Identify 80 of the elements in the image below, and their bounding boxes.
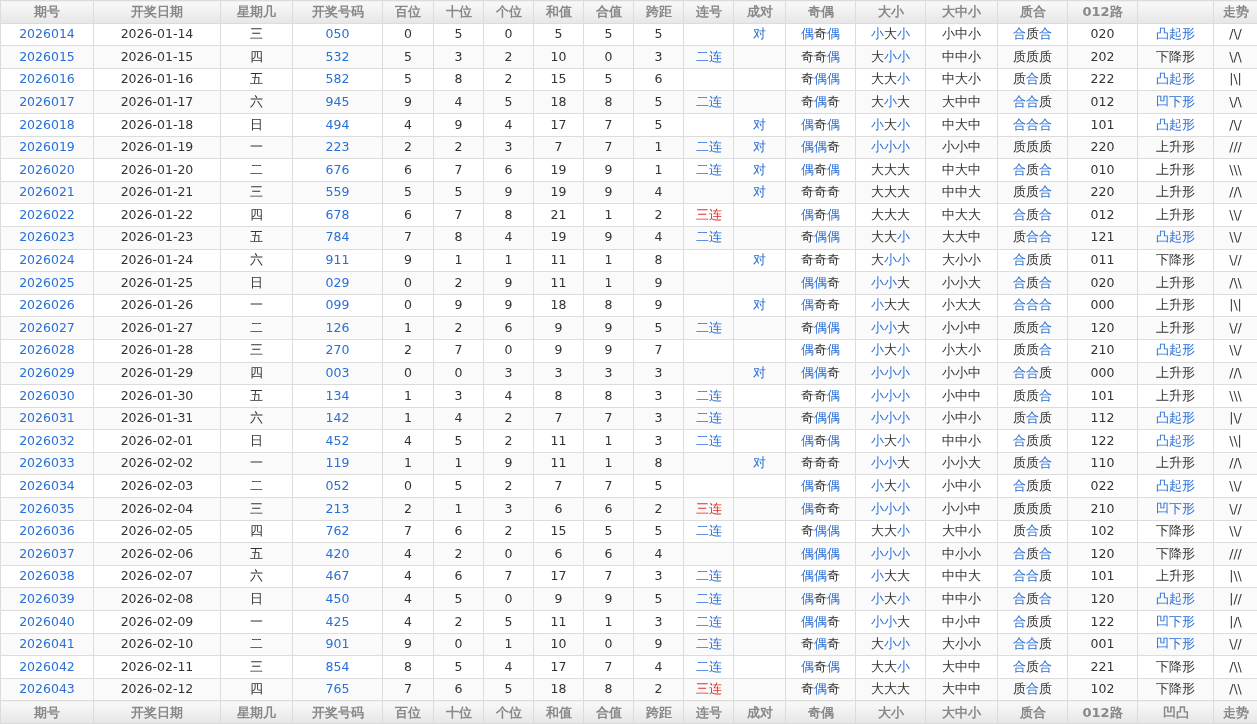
table-cell: 2026-02-12 [93,678,221,701]
table-cell: 2026-01-24 [93,249,221,272]
issue-link[interactable]: 2026019 [0,136,94,159]
column-header: 百位 [382,0,434,24]
table-cell: 2026-01-22 [93,203,221,227]
table-cell: 2026-02-07 [93,565,221,588]
issue-link[interactable]: 2026031 [0,407,94,430]
table-cell: 2026-02-01 [93,429,221,453]
issue-link[interactable]: 2026037 [0,542,94,566]
table-cell: 2026-02-06 [93,542,221,566]
table-cell: 2026-01-21 [93,181,221,204]
issue-link[interactable]: 2026023 [0,226,94,250]
column-header: 个位 [483,0,534,24]
issue-link[interactable]: 2026016 [0,68,94,91]
issue-link[interactable]: 2026027 [0,316,94,340]
table-cell: 2026-02-03 [93,474,221,498]
table-cell: 2026-01-28 [93,339,221,362]
column-header: 奇偶 [785,0,856,24]
issue-link[interactable]: 2026025 [0,271,94,295]
table-cell: 2026-01-16 [93,68,221,91]
issue-link[interactable]: 2026028 [0,339,94,362]
table-cell: 2026-02-05 [93,520,221,543]
issue-link[interactable]: 2026040 [0,610,94,634]
issue-link[interactable]: 2026021 [0,181,94,204]
issue-link[interactable]: 2026022 [0,203,94,227]
column-header: 012路 [1067,0,1138,24]
table-cell: 2026-01-14 [93,23,221,46]
issue-link[interactable]: 2026043 [0,678,94,701]
table-cell: 2026-02-08 [93,587,221,611]
table-cell: 2026-02-04 [93,497,221,521]
column-header: 和值 [533,0,584,24]
table-cell: 2026-02-02 [93,452,221,475]
table-cell: 2026-01-30 [93,384,221,408]
column-header: 期号 [0,700,94,724]
issue-link[interactable]: 2026026 [0,294,94,317]
table-cell: 2026-01-26 [93,294,221,317]
table-cell: 2026-01-27 [93,316,221,340]
column-header: 大中小 [925,0,998,24]
column-header: 开奖日期 [93,0,221,24]
issue-link[interactable]: 2026039 [0,587,94,611]
issue-link[interactable]: 2026029 [0,362,94,385]
issue-link[interactable]: 2026020 [0,158,94,182]
table-cell: 2026-02-11 [93,655,221,679]
issue-link[interactable]: 2026034 [0,474,94,498]
column-header: 星期几 [220,0,293,24]
issue-link[interactable]: 2026036 [0,520,94,543]
issue-link[interactable]: 2026017 [0,90,94,114]
column-header: 走势 [1213,0,1257,24]
column-header: 跨距 [633,0,684,24]
issue-link[interactable]: 2026035 [0,497,94,521]
table-cell: 2026-01-25 [93,271,221,295]
column-header: 连号 [683,0,734,24]
issue-link[interactable]: 2026041 [0,633,94,656]
table-cell: 2026-01-29 [93,362,221,385]
column-header: 开奖日期 [93,700,221,724]
table-cell: 2026-01-19 [93,136,221,159]
column-header: 期号 [0,0,94,24]
issue-link[interactable]: 2026030 [0,384,94,408]
issue-link[interactable]: 2026024 [0,249,94,272]
table-cell: 2026-01-15 [93,45,221,69]
column-header: 开奖号码 [292,0,383,24]
table-cell: 2026-02-09 [93,610,221,634]
issue-link[interactable]: 2026015 [0,45,94,69]
table-cell: 2026-01-20 [93,158,221,182]
table-cell: 2026-02-10 [93,633,221,656]
table-cell: 2026-01-17 [93,90,221,114]
table-cell: 2026-01-23 [93,226,221,250]
issue-link[interactable]: 2026038 [0,565,94,588]
issue-link[interactable]: 2026014 [0,23,94,46]
table-cell: 2026-01-31 [93,407,221,430]
column-header: 十位 [433,0,484,24]
column-header: 成对 [733,0,786,24]
column-header: 大小 [855,0,926,24]
issue-link[interactable]: 2026042 [0,655,94,679]
issue-link[interactable]: 2026018 [0,113,94,137]
column-header: 合值 [583,0,634,24]
table-cell: 2026-01-18 [93,113,221,137]
issue-link[interactable]: 2026033 [0,452,94,475]
column-header: 质合 [997,0,1068,24]
issue-link[interactable]: 2026032 [0,429,94,453]
